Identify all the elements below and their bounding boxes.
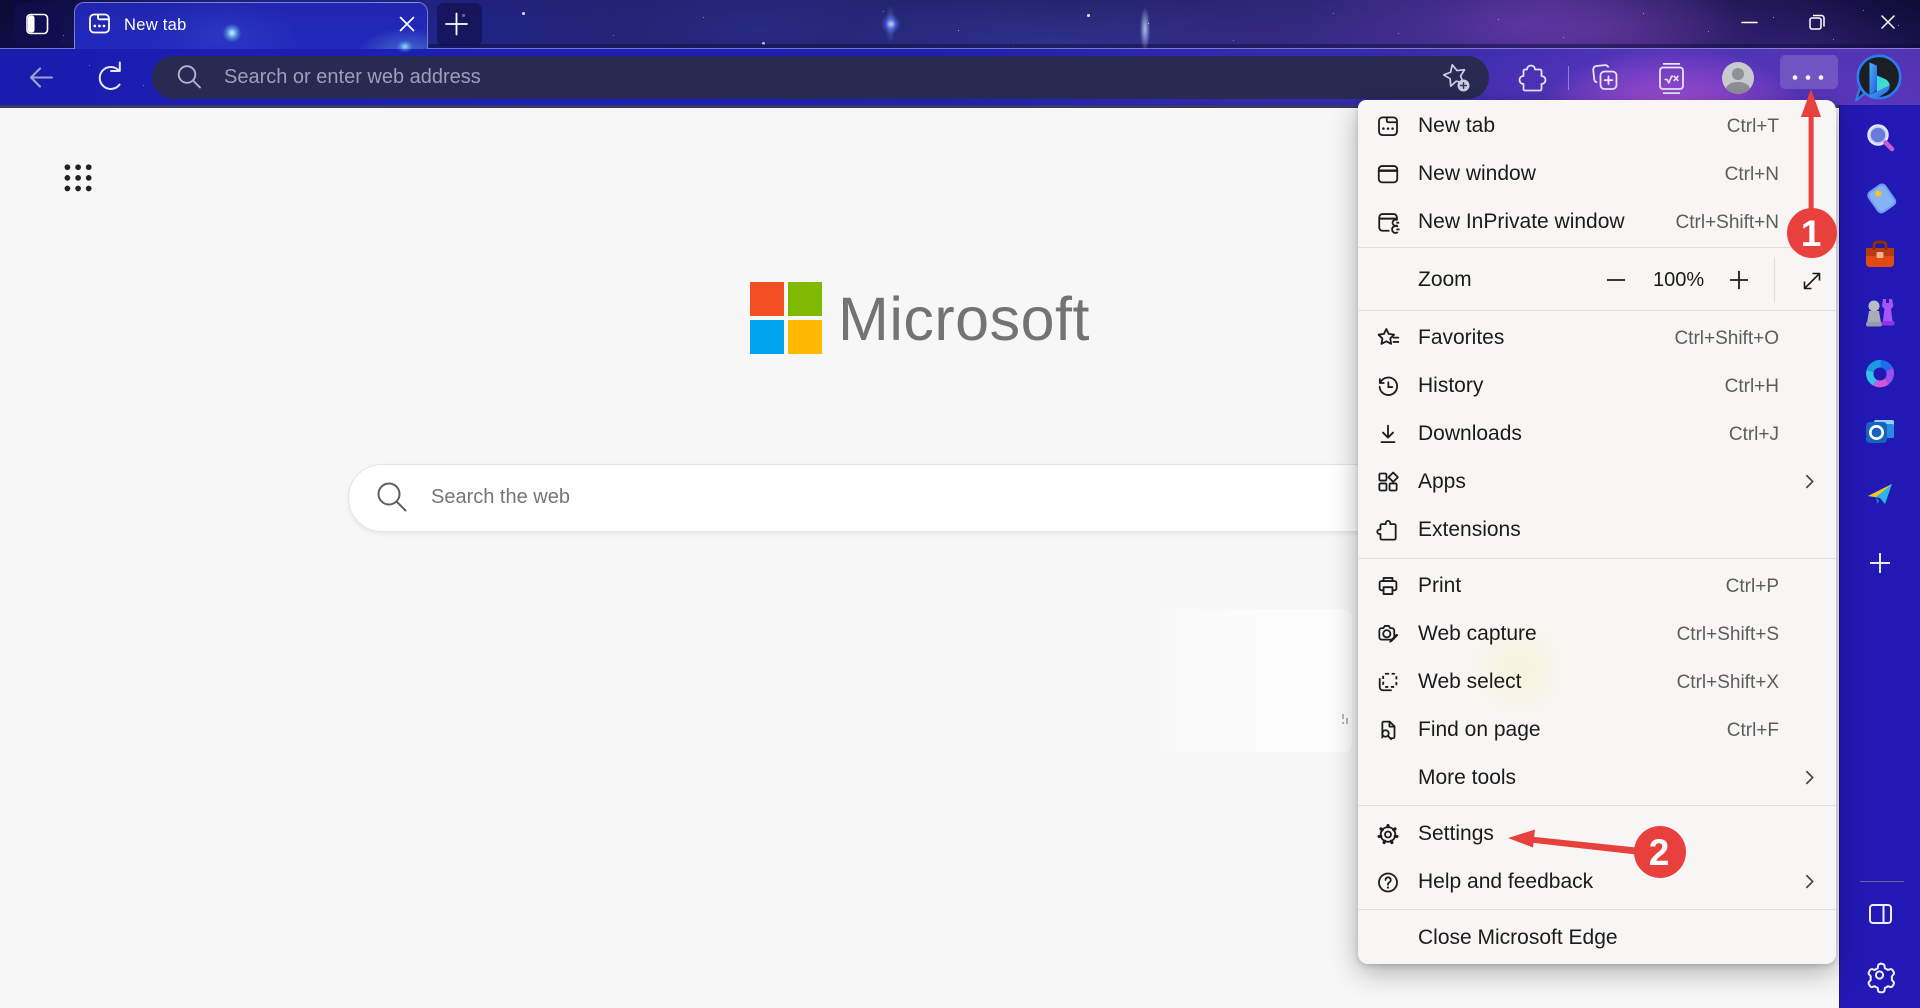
- svg-text:2: 2: [1649, 832, 1670, 873]
- svg-text:1: 1: [1801, 213, 1822, 254]
